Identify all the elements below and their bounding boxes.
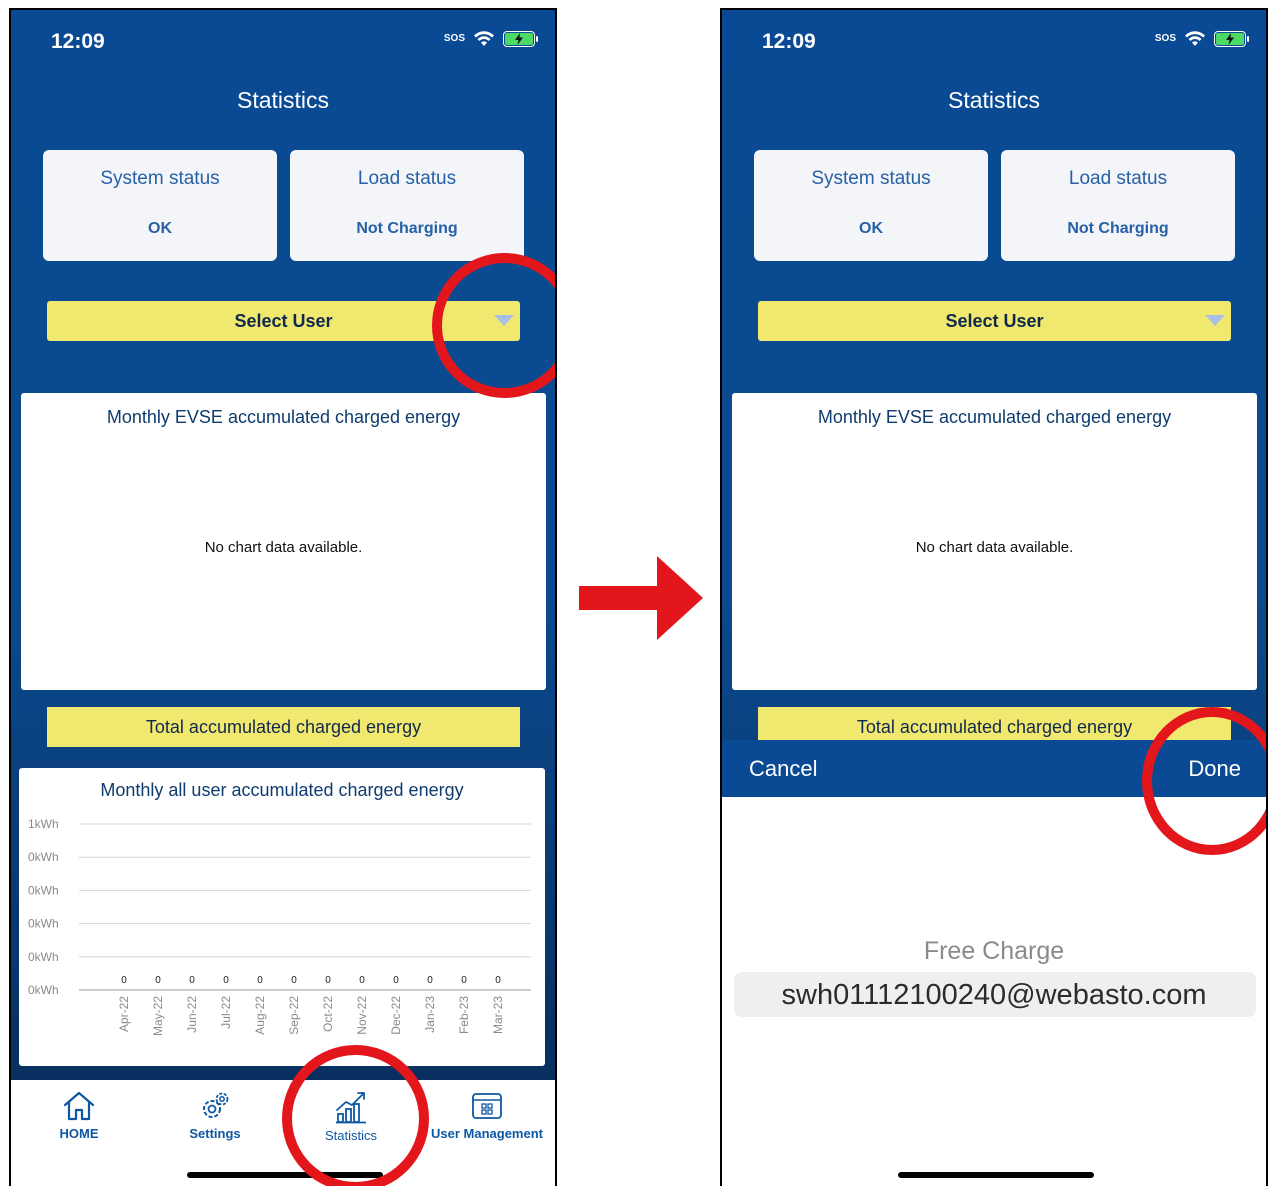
load-status-label: Load status [1068,168,1168,189]
x-tick-label: Mar-23 [491,996,505,1034]
picker-option-free-charge[interactable]: Free Charge [722,937,1266,966]
phone-screen-after: 12:09 SOS Statistics System status OK Lo… [720,8,1268,1186]
home-icon [63,1091,95,1121]
total-energy-label: Total accumulated charged energy [145,717,422,737]
clock: 12:09 [51,30,105,53]
bar-value-label: 0 [189,975,195,986]
wifi-icon [474,31,494,46]
system-icons: SOS [1154,31,1249,47]
dropdown-arrow-icon[interactable] [1205,315,1225,326]
phone-screen-before: 12:09 SOS Statistics System status OK Lo… [9,8,557,1186]
total-energy-label: Total accumulated charged energy [856,717,1133,737]
bar-value-label: 0 [325,975,331,986]
bar-value-label: 0 [121,975,127,986]
select-user-dropdown[interactable]: Select User [758,301,1231,341]
system-status-value: OK [859,220,883,237]
x-tick-label: Aug-22 [253,996,267,1035]
transition-arrow-icon [579,556,703,640]
tab-user-management-label: User Management [431,1126,543,1141]
y-tick-label: 0kWh [28,983,59,997]
bar-value-label: 0 [291,975,297,986]
no-chart-data-message: No chart data available. [915,539,1074,556]
system-status-label: System status [811,168,931,189]
x-tick-label: Apr-22 [117,996,131,1032]
total-energy-button[interactable]: Total accumulated charged energy [47,707,520,747]
system-status-card: System status OK [754,150,988,261]
x-tick-label: Jul-22 [219,996,233,1029]
battery-icon [1214,31,1249,47]
x-tick-label: Jun-22 [185,996,199,1033]
bar-value-label: 0 [359,975,365,986]
home-indicator [898,1172,1094,1178]
sos-indicator: SOS [443,33,465,44]
all-user-bar-chart: 1kWh 0kWh 0kWh 0kWh 0kWh 0kWh 0 Apr-22 0 May-22 0 J… [28,817,531,1036]
x-tick-label: Feb-23 [457,996,471,1034]
highlight-circle-statistics-tab [282,1045,429,1186]
bar-value-label: 0 [461,975,467,986]
clock: 12:09 [762,30,816,53]
load-status-card: Load status Not Charging [1001,150,1235,261]
x-tick-label: Oct-22 [321,996,335,1032]
x-tick-label: Nov-22 [355,996,369,1035]
sos-indicator: SOS [1154,33,1176,44]
page-title: Statistics [236,87,330,113]
x-tick-label: Dec-22 [389,996,403,1035]
load-status-label: Load status [357,168,457,189]
evse-chart-title: Monthly EVSE accumulated charged energy [817,407,1172,427]
picker-option-selected[interactable]: swh01112100240@webasto.com [722,979,1266,1012]
select-user-label: Select User [234,311,333,331]
system-status-card: System status OK [43,150,277,261]
load-status-card: Load status Not Charging [290,150,524,261]
x-tick-label: May-22 [151,996,165,1036]
all-user-chart-panel: Monthly all user accumulated charged ene… [19,768,545,1066]
y-tick-label: 0kWh [28,883,59,897]
tab-settings[interactable]: Settings [147,1090,283,1141]
evse-chart-panel: Monthly EVSE accumulated charged energy … [21,393,546,690]
gear-icon [203,1092,229,1118]
user-management-icon [472,1093,502,1119]
bar-value-label: 0 [257,975,263,986]
no-chart-data-message: No chart data available. [204,539,363,556]
tab-user-management[interactable]: User Management [419,1090,555,1141]
y-tick-label: 0kWh [28,950,59,964]
bar-value-label: 0 [393,975,399,986]
tab-settings-label: Settings [189,1126,241,1141]
all-user-chart-title: Monthly all user accumulated charged ene… [100,780,464,800]
tab-home[interactable]: HOME [11,1090,147,1141]
picker-cancel-button[interactable]: Cancel [749,756,817,782]
system-status-label: System status [100,168,220,189]
x-tick-label: Jan-23 [423,996,437,1033]
bar-value-label: 0 [427,975,433,986]
load-status-value: Not Charging [1067,220,1169,237]
wifi-icon [1185,31,1205,46]
status-bar: 12:09 SOS [722,10,1266,70]
user-picker: Free Charge swh01112100240@webasto.com [722,797,1266,1186]
select-user-label: Select User [945,311,1044,331]
system-icons: SOS [443,31,538,47]
tab-home-label: HOME [59,1126,99,1141]
x-tick-label: Sep-22 [287,996,301,1035]
bar-value-label: 0 [223,975,229,986]
y-tick-label: 1kWh [28,817,59,831]
page-title: Statistics [947,87,1041,113]
status-bar: 12:09 SOS [11,10,555,70]
bar-value-label: 0 [155,975,161,986]
system-status-value: OK [148,220,172,237]
load-status-value: Not Charging [356,220,458,237]
battery-icon [503,31,538,47]
evse-chart-panel: Monthly EVSE accumulated charged energy … [732,393,1257,690]
bar-value-label: 0 [495,975,501,986]
y-tick-label: 0kWh [28,917,59,931]
evse-chart-title: Monthly EVSE accumulated charged energy [106,407,461,427]
y-tick-label: 0kWh [28,850,59,864]
